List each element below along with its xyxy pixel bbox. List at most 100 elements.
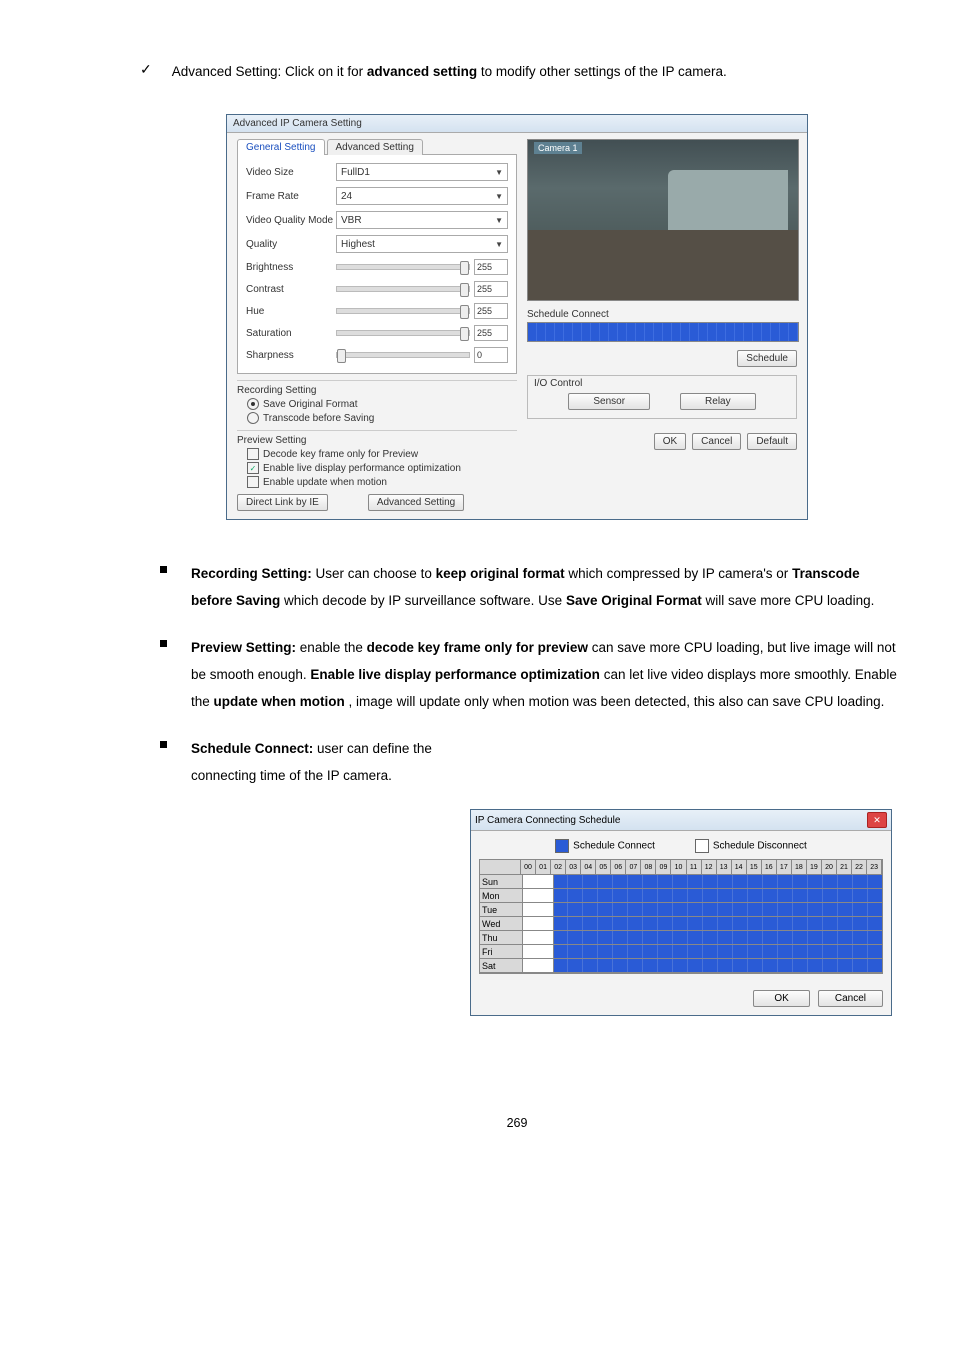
para2-lead: enable the bbox=[300, 640, 367, 655]
sensor-button[interactable]: Sensor bbox=[568, 393, 650, 410]
saturation-slider[interactable] bbox=[336, 330, 470, 336]
day-label: Mon bbox=[480, 889, 523, 903]
checkbox-icon bbox=[247, 448, 259, 460]
ok-button[interactable]: OK bbox=[654, 433, 686, 450]
save-original-format-radio[interactable]: Save Original Format bbox=[247, 398, 517, 410]
sharpness-slider[interactable] bbox=[336, 352, 470, 358]
dialog2-title: IP Camera Connecting Schedule bbox=[475, 815, 620, 826]
direct-link-ie-button[interactable]: Direct Link by IE bbox=[237, 494, 328, 511]
legend-disconnect: Schedule Disconnect bbox=[695, 839, 807, 853]
hour-header: 12 bbox=[702, 860, 717, 875]
chevron-down-icon: ▼ bbox=[495, 168, 503, 177]
square-bullet-icon bbox=[160, 741, 167, 748]
contrast-label: Contrast bbox=[246, 284, 336, 295]
legend-connect: Schedule Connect bbox=[555, 839, 655, 853]
day-label: Sun bbox=[480, 875, 523, 889]
legend-connect-label: Schedule Connect bbox=[573, 841, 655, 852]
recording-setting-header: Recording Setting bbox=[237, 380, 517, 396]
frame-rate-value: 24 bbox=[341, 191, 352, 202]
radio-on-icon bbox=[247, 398, 259, 410]
hour-header: 05 bbox=[596, 860, 611, 875]
cancel-button[interactable]: Cancel bbox=[818, 990, 883, 1007]
prev-c2-label: Enable live display performance optimiza… bbox=[263, 463, 461, 474]
square-bullet-icon bbox=[160, 566, 167, 573]
default-button[interactable]: Default bbox=[747, 433, 797, 450]
schedule-row-fill[interactable] bbox=[523, 903, 882, 917]
schedule-row-fill[interactable] bbox=[523, 917, 882, 931]
frame-rate-select[interactable]: 24 ▼ bbox=[336, 187, 508, 205]
para1-d: will save more CPU loading. bbox=[706, 593, 875, 608]
hour-header: 23 bbox=[867, 860, 882, 875]
brightness-value[interactable]: 255 bbox=[474, 259, 508, 275]
para1-b: which compressed by IP camera's or bbox=[568, 566, 792, 581]
brightness-slider[interactable] bbox=[336, 264, 470, 270]
hour-header: 02 bbox=[551, 860, 566, 875]
video-size-select[interactable]: FullD1 ▼ bbox=[336, 163, 508, 181]
hour-header: 14 bbox=[732, 860, 747, 875]
tab-general[interactable]: General Setting bbox=[237, 139, 325, 155]
schedule-connect-label: Schedule Connect bbox=[527, 309, 797, 320]
hour-header: 00 bbox=[521, 860, 536, 875]
square-bullet-icon bbox=[160, 640, 167, 647]
close-icon[interactable]: ✕ bbox=[867, 812, 887, 828]
advanced-setting-button[interactable]: Advanced Setting bbox=[368, 494, 464, 511]
para-recording-setting: Recording Setting: User can choose to ke… bbox=[160, 560, 904, 614]
chevron-down-icon: ▼ bbox=[495, 240, 503, 249]
hue-value[interactable]: 255 bbox=[474, 303, 508, 319]
prev-c3-label: Enable update when motion bbox=[263, 477, 387, 488]
chevron-down-icon: ▼ bbox=[495, 192, 503, 201]
hour-header: 08 bbox=[641, 860, 656, 875]
contrast-slider[interactable] bbox=[336, 286, 470, 292]
intro-text: Advanced Setting: Click on it for advanc… bbox=[172, 60, 904, 84]
schedule-row-fill[interactable] bbox=[523, 875, 882, 889]
hour-header: 17 bbox=[777, 860, 792, 875]
quality-value: Highest bbox=[341, 239, 375, 250]
radio-off-icon bbox=[247, 412, 259, 424]
sharpness-value[interactable]: 0 bbox=[474, 347, 508, 363]
legend-connect-swatch bbox=[555, 839, 569, 853]
schedule-row-fill[interactable] bbox=[523, 931, 882, 945]
contrast-value[interactable]: 255 bbox=[474, 281, 508, 297]
hue-slider[interactable] bbox=[336, 308, 470, 314]
saturation-value[interactable]: 255 bbox=[474, 325, 508, 341]
quality-select[interactable]: Highest ▼ bbox=[336, 235, 508, 253]
connecting-schedule-dialog: IP Camera Connecting Schedule ✕ Schedule… bbox=[470, 809, 892, 1016]
transcode-before-saving-radio[interactable]: Transcode before Saving bbox=[247, 412, 517, 424]
relay-button[interactable]: Relay bbox=[680, 393, 756, 410]
para1-b1: keep original format bbox=[436, 566, 565, 581]
tab-advanced[interactable]: Advanced Setting bbox=[327, 139, 423, 155]
schedule-row-fill[interactable] bbox=[523, 889, 882, 903]
live-display-opt-checkbox[interactable]: ✓ Enable live display performance optimi… bbox=[247, 462, 517, 474]
hour-header: 10 bbox=[671, 860, 686, 875]
schedule-button[interactable]: Schedule bbox=[737, 350, 797, 367]
update-when-motion-checkbox[interactable]: Enable update when motion bbox=[247, 476, 517, 488]
hour-header: 20 bbox=[822, 860, 837, 875]
hour-header: 03 bbox=[566, 860, 581, 875]
sharpness-label: Sharpness bbox=[246, 350, 336, 361]
decode-keyframe-checkbox[interactable]: Decode key frame only for Preview bbox=[247, 448, 517, 460]
dialog1-title: Advanced IP Camera Setting bbox=[227, 115, 807, 133]
camera-preview: Camera 1 bbox=[527, 139, 799, 301]
para1-title: Recording Setting: bbox=[191, 566, 312, 581]
schedule-row-fill[interactable] bbox=[523, 945, 882, 959]
para2-m3: , image will update only when motion was… bbox=[349, 694, 885, 709]
intro-block: ✓ Advanced Setting: Click on it for adva… bbox=[140, 60, 904, 84]
hour-header: 22 bbox=[852, 860, 867, 875]
schedule-row-fill[interactable] bbox=[523, 959, 882, 973]
hour-header: 06 bbox=[611, 860, 626, 875]
schedule-grid[interactable]: 0001020304050607080910111213141516171819… bbox=[479, 859, 883, 974]
cancel-button[interactable]: Cancel bbox=[692, 433, 741, 450]
ok-button[interactable]: OK bbox=[753, 990, 809, 1007]
para1-b3: Save Original Format bbox=[566, 593, 702, 608]
hour-header: 01 bbox=[536, 860, 551, 875]
para2-b1: decode key frame only for preview bbox=[367, 640, 588, 655]
page-number: 269 bbox=[130, 1116, 904, 1130]
io-control-header: I/O Control bbox=[534, 378, 790, 389]
vqm-select[interactable]: VBR ▼ bbox=[336, 211, 508, 229]
preview-setting-header: Preview Setting bbox=[237, 430, 517, 446]
hour-header: 13 bbox=[717, 860, 732, 875]
vqm-value: VBR bbox=[341, 215, 362, 226]
hour-header: 15 bbox=[747, 860, 762, 875]
schedule-connect-bar[interactable] bbox=[527, 322, 799, 342]
checkbox-checked-icon: ✓ bbox=[247, 462, 259, 474]
